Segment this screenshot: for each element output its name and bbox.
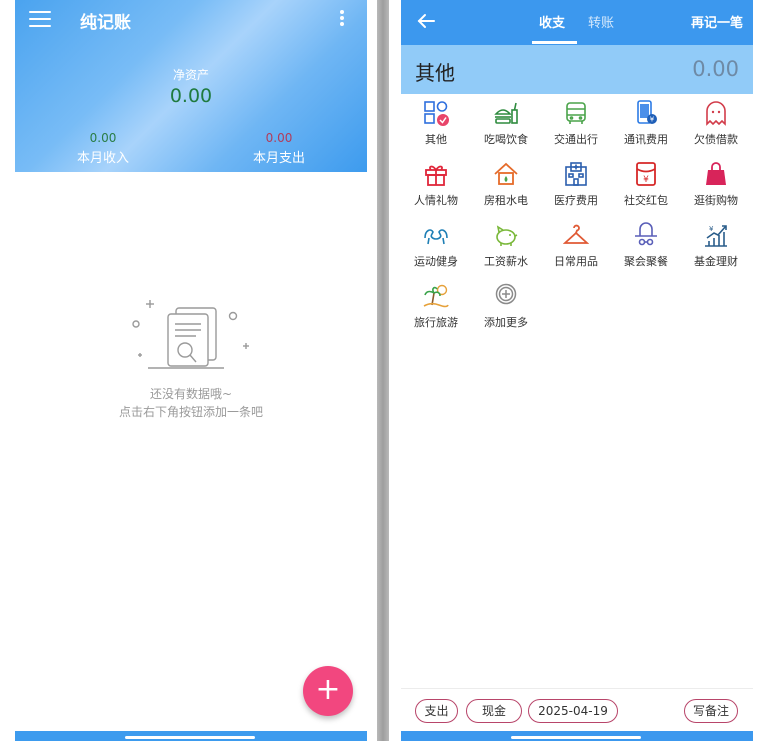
grid-check-icon [424, 101, 449, 126]
nav-bar [15, 731, 367, 741]
hospital-icon [565, 162, 587, 186]
category-label: 人情礼物 [414, 194, 458, 207]
nav-bar [401, 731, 753, 741]
ghost-icon [706, 101, 726, 126]
house-icon [494, 162, 518, 185]
category-label: 添加更多 [484, 316, 528, 329]
selected-category: 其他 [415, 61, 455, 85]
empty-state-hint: 点击右下角按钮添加一条吧 [118, 405, 263, 419]
category-food[interactable]: 吃喝饮食 [471, 100, 541, 152]
plus-circle-icon [495, 283, 517, 305]
category-label: 聚会聚餐 [624, 255, 668, 268]
category-travel[interactable]: 旅行旅游 [401, 283, 471, 335]
app-title: 纯记账 [80, 13, 131, 33]
app-root: 纯记账 净资产 0.00 0.00 本月收入 0.00 本月支出 还没有数据哦~… [0, 0, 763, 741]
screen-divider [377, 0, 389, 741]
gift-icon [425, 165, 447, 186]
net-assets-label: 净资产 [172, 68, 209, 82]
category-label: 旅行旅游 [414, 316, 458, 329]
category-party[interactable]: 聚会聚餐 [611, 222, 681, 274]
add-record-button[interactable]: + [303, 666, 353, 716]
home-indicator[interactable] [125, 736, 255, 739]
category-label: 交通出行 [554, 133, 598, 146]
date-chip[interactable]: 2025-04-19 [528, 699, 618, 723]
shopping-bag-icon [706, 162, 726, 185]
category-label: 其他 [425, 133, 447, 146]
svg-text:¥: ¥ [650, 116, 655, 124]
red-envelope-icon: ¥ [636, 162, 656, 186]
account-chip[interactable]: 现金 [466, 699, 522, 723]
category-label: 通讯费用 [624, 133, 668, 146]
home-screen: 纯记账 净资产 0.00 0.00 本月收入 0.00 本月支出 还没有数据哦~… [15, 0, 367, 741]
arrow-left-icon[interactable] [415, 10, 437, 32]
net-assets-value: 0.00 [169, 85, 213, 107]
category-label: 逛街购物 [694, 194, 738, 207]
category-telecom[interactable]: ¥ 通讯费用 [611, 100, 681, 152]
month-income-label: 本月收入 [76, 151, 129, 166]
category-fitness[interactable]: 运动健身 [401, 222, 471, 274]
empty-state-title: 还没有数据哦~ [149, 387, 233, 401]
left-gutter [0, 0, 15, 741]
note-chip[interactable]: 写备注 [684, 699, 738, 723]
tab-income-expense[interactable]: 收支 [539, 12, 565, 31]
category-label: 吃喝饮食 [484, 133, 528, 146]
category-transport[interactable]: 交通出行 [541, 100, 611, 152]
menu-icon[interactable] [29, 11, 51, 29]
home-indicator[interactable] [511, 736, 641, 739]
piggy-bank-icon [496, 225, 518, 246]
category-red-envelope[interactable]: ¥ 社交红包 [611, 161, 681, 213]
category-shopping[interactable]: 逛街购物 [681, 161, 751, 213]
bottom-separator [401, 688, 753, 689]
category-label: 社交红包 [624, 194, 668, 207]
category-add-more[interactable]: 添加更多 [471, 283, 541, 335]
svg-text:¥: ¥ [643, 175, 649, 185]
bus-icon [566, 102, 586, 124]
add-record-screen: 收支 转账 再记一笔 其他 0.00 其他 吃喝饮食 交通出行 ¥ 通讯费用 欠… [401, 0, 753, 741]
category-label: 基金理财 [694, 255, 738, 268]
category-gift[interactable]: 人情礼物 [401, 161, 471, 213]
svg-text:¥: ¥ [709, 225, 714, 233]
top-bar: 收支 转账 再记一笔 [401, 0, 753, 45]
food-icon [494, 102, 518, 124]
type-chip[interactable]: 支出 [415, 699, 458, 723]
category-label: 工资薪水 [484, 255, 528, 268]
category-debt[interactable]: 欠债借款 [681, 100, 751, 152]
phone-icon: ¥ [637, 100, 657, 124]
month-income-value: 0.00 [89, 131, 117, 145]
chart-up-icon: ¥ [705, 225, 727, 247]
category-label: 医疗费用 [554, 194, 598, 207]
tab-active-indicator [532, 41, 577, 44]
record-again-button[interactable]: 再记一笔 [691, 12, 743, 31]
plus-icon: + [315, 672, 341, 707]
tab-transfer[interactable]: 转账 [588, 12, 614, 31]
more-vertical-icon[interactable] [337, 10, 347, 30]
category-fund[interactable]: ¥ 基金理财 [681, 222, 751, 274]
summary-header: 纯记账 净资产 0.00 0.00 本月收入 0.00 本月支出 [15, 0, 367, 172]
palm-tree-icon [423, 284, 449, 308]
category-label: 房租水电 [484, 194, 528, 207]
hanger-icon [563, 224, 589, 244]
muscle-icon [424, 229, 448, 245]
category-label: 运动健身 [414, 255, 458, 268]
category-other[interactable]: 其他 [401, 100, 471, 152]
amount-display[interactable]: 0.00 [692, 57, 739, 81]
category-daily-goods[interactable]: 日常用品 [541, 222, 611, 274]
category-label: 欠债借款 [694, 133, 738, 146]
category-label: 日常用品 [554, 255, 598, 268]
category-medical[interactable]: 医疗费用 [541, 161, 611, 213]
hat-icon [635, 222, 657, 246]
empty-document-search-icon [132, 300, 249, 369]
month-expense-value: 0.00 [265, 131, 293, 145]
category-salary[interactable]: 工资薪水 [471, 222, 541, 274]
category-rent[interactable]: 房租水电 [471, 161, 541, 213]
month-expense-label: 本月支出 [252, 151, 305, 166]
right-gutter [753, 0, 763, 741]
